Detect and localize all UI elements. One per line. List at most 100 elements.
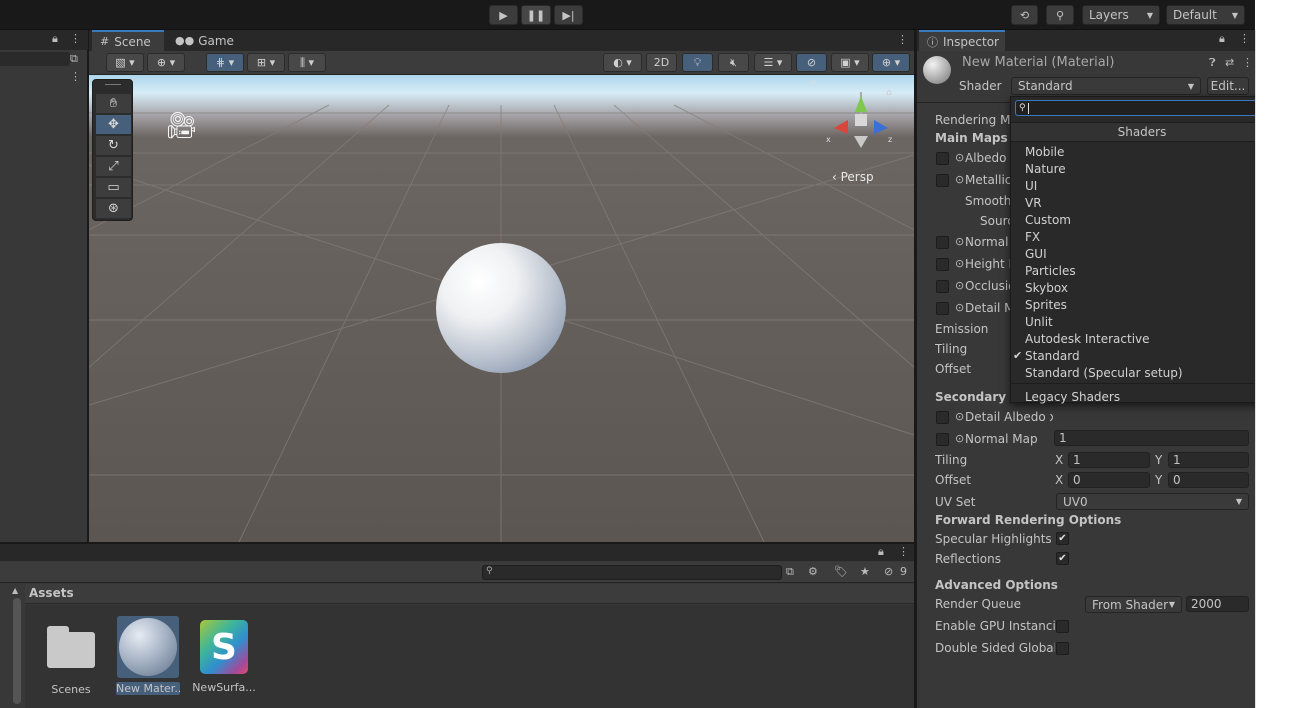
scale-tool-button[interactable]: ⤢ bbox=[96, 157, 131, 176]
rect-tool-button[interactable]: ▭ bbox=[96, 178, 131, 197]
x-axis-cone[interactable] bbox=[834, 120, 848, 134]
offset-x-field[interactable]: 0 bbox=[1068, 472, 1150, 488]
search-filter-icon[interactable]: ⧉ bbox=[70, 52, 78, 66]
picker-icon[interactable]: ⊙ bbox=[955, 235, 964, 248]
rotate-tool-button[interactable]: ↻ bbox=[96, 136, 131, 155]
palette-handle[interactable] bbox=[105, 84, 121, 85]
draw-mode-dropdown[interactable]: ▧ ▾ bbox=[106, 53, 144, 72]
lock-icon[interactable]: 🔒︎ bbox=[1219, 32, 1225, 46]
shader-menu-item[interactable]: GUI❯ bbox=[1011, 245, 1255, 262]
picker-icon[interactable]: ⊙ bbox=[955, 279, 964, 292]
layout-dropdown[interactable]: Default ▼ bbox=[1166, 5, 1245, 25]
filter-type-icon[interactable]: ⚙︎ bbox=[808, 565, 818, 578]
scroll-up-icon[interactable]: ▲ bbox=[12, 586, 18, 595]
detail-albedo-texture-slot[interactable] bbox=[936, 411, 949, 424]
render-queue-field[interactable]: 2000 bbox=[1186, 596, 1249, 612]
shader-menu-item[interactable]: Nature❯ bbox=[1011, 160, 1255, 177]
shading-mode-dropdown[interactable]: ◐ ▾ bbox=[603, 53, 642, 72]
shader-menu-item[interactable]: Particles❯ bbox=[1011, 262, 1255, 279]
increment-snap-dropdown[interactable]: ⊞ ▾ bbox=[247, 53, 285, 72]
picker-icon[interactable]: ⊙ bbox=[955, 173, 964, 186]
asset-item-new-surface-shader[interactable]: S NewSurfa... bbox=[189, 620, 259, 694]
picker-icon[interactable]: ⊙ bbox=[955, 410, 964, 423]
height-map-texture-slot[interactable] bbox=[936, 258, 949, 271]
picker-icon[interactable]: ⊙ bbox=[955, 151, 964, 164]
project-search-input[interactable]: ⚲ bbox=[482, 565, 782, 580]
global-local-dropdown[interactable]: ⊕ ▾ bbox=[147, 53, 185, 72]
tab-scene[interactable]: # Scene bbox=[92, 30, 164, 51]
star-icon[interactable]: ★ bbox=[860, 565, 870, 578]
tiling-x-field[interactable]: 1 bbox=[1068, 452, 1150, 468]
camera-gizmo-icon[interactable]: 🎥︎ bbox=[165, 111, 198, 141]
search-button[interactable]: ⚲ bbox=[1046, 5, 1074, 25]
edit-shader-button[interactable]: Edit... bbox=[1207, 77, 1249, 95]
reflections-checkbox[interactable]: ✔ bbox=[1056, 552, 1069, 565]
assets-breadcrumb[interactable]: Assets bbox=[25, 584, 914, 604]
kebab-menu-icon[interactable]: ⋮ bbox=[70, 70, 81, 83]
offset-y-field[interactable]: 0 bbox=[1168, 472, 1249, 488]
help-icon[interactable]: ❓︎ bbox=[1209, 56, 1216, 70]
normal-map-texture-slot[interactable] bbox=[936, 433, 949, 446]
y-axis-cone[interactable] bbox=[855, 96, 867, 112]
material-sphere[interactable] bbox=[436, 243, 566, 373]
search-filter-icon[interactable]: ⧉ bbox=[786, 565, 794, 579]
label-icon[interactable]: 🏷︎ bbox=[834, 565, 848, 578]
occlusion-texture-slot[interactable] bbox=[936, 280, 949, 293]
shader-menu-item[interactable]: Legacy Shaders❯ bbox=[1011, 388, 1255, 405]
shader-menu-item[interactable]: Standard (Specular setup) bbox=[1011, 364, 1255, 381]
hand-tool-button[interactable]: ✋︎ bbox=[96, 94, 131, 113]
kebab-menu-icon[interactable]: ⋮ bbox=[897, 33, 908, 46]
gizmo-center[interactable] bbox=[855, 114, 867, 126]
asset-item-scenes[interactable]: Scenes bbox=[36, 622, 106, 696]
transform-tool-button[interactable]: ⊛ bbox=[96, 199, 131, 218]
kebab-menu-icon[interactable]: ⋮ bbox=[898, 545, 909, 558]
normal-map-scale-field[interactable]: 1 bbox=[1054, 430, 1249, 446]
menu-lines-icon[interactable]: ═ bbox=[810, 78, 816, 89]
lock-icon[interactable]: 🔒︎ bbox=[878, 545, 884, 559]
camera-dropdown[interactable]: ▣ ▾ bbox=[831, 53, 869, 72]
tiling-y-field[interactable]: 1 bbox=[1168, 452, 1249, 468]
move-tool-button[interactable]: ✥ bbox=[96, 115, 131, 134]
lock-icon[interactable]: ⌂ bbox=[886, 88, 892, 98]
play-button[interactable]: ▶ bbox=[489, 5, 518, 25]
kebab-menu-icon[interactable]: ⋮ bbox=[1242, 56, 1253, 69]
double-sided-checkbox[interactable] bbox=[1056, 642, 1069, 655]
shader-dropdown[interactable]: Standard ▼ bbox=[1011, 77, 1201, 95]
ruler-dropdown[interactable]: ⫼ ▾ bbox=[288, 53, 326, 72]
tab-inspector[interactable]: ⓘ Inspector bbox=[919, 30, 1005, 51]
detail-mask-texture-slot[interactable] bbox=[936, 302, 949, 315]
hidden-packages-icon[interactable]: ⊘ bbox=[884, 565, 893, 578]
shader-menu-item[interactable]: Skybox❯ bbox=[1011, 279, 1255, 296]
grid-snap-dropdown[interactable]: ⋕ ▾ bbox=[206, 53, 244, 72]
gizmos-dropdown[interactable]: ⊕ ▾ bbox=[872, 53, 910, 72]
render-queue-dropdown[interactable]: From Shader ▼ bbox=[1085, 596, 1182, 613]
pause-button[interactable]: ❚❚ bbox=[521, 5, 551, 25]
layers-dropdown[interactable]: Layers ▼ bbox=[1082, 5, 1160, 25]
history-button[interactable]: ⟲ bbox=[1011, 5, 1038, 25]
specular-highlights-checkbox[interactable]: ✔ bbox=[1056, 532, 1069, 545]
kebab-menu-icon[interactable]: ⋮ bbox=[70, 32, 81, 45]
project-folder-scrollbar[interactable]: ▲ bbox=[0, 584, 24, 708]
picker-icon[interactable]: ⊙ bbox=[955, 257, 964, 270]
shader-menu-item[interactable]: Sprites❯ bbox=[1011, 296, 1255, 313]
uv-set-dropdown[interactable]: UV0 ▼ bbox=[1056, 493, 1249, 510]
shader-menu-item[interactable]: UI❯ bbox=[1011, 177, 1255, 194]
lighting-toggle[interactable]: 💡︎ bbox=[682, 53, 713, 72]
shader-menu-item[interactable]: FX❯ bbox=[1011, 228, 1255, 245]
shader-menu-item[interactable]: ✔ Standard bbox=[1011, 347, 1255, 364]
shader-menu-item[interactable]: Mobile❯ bbox=[1011, 143, 1255, 160]
metallic-texture-slot[interactable] bbox=[936, 174, 949, 187]
albedo-texture-slot[interactable] bbox=[936, 152, 949, 165]
persp-label[interactable]: ‹ Persp bbox=[832, 170, 874, 184]
shader-menu-item[interactable]: VR❯ bbox=[1011, 194, 1255, 211]
lock-icon[interactable]: 🔒︎ bbox=[52, 32, 58, 46]
gpu-instancing-checkbox[interactable] bbox=[1056, 620, 1069, 633]
shader-menu-item[interactable]: Custom❯ bbox=[1011, 211, 1255, 228]
scrollbar-thumb[interactable] bbox=[13, 598, 21, 704]
shader-menu-item[interactable]: Autodesk Interactive bbox=[1011, 330, 1255, 347]
hierarchy-search-input[interactable] bbox=[0, 52, 70, 66]
shader-menu-item[interactable]: Unlit❯ bbox=[1011, 313, 1255, 330]
effects-dropdown[interactable]: ☰ ▾ bbox=[754, 53, 792, 72]
tab-game[interactable]: ●● Game bbox=[167, 30, 237, 51]
kebab-menu-icon[interactable]: ⋮ bbox=[1239, 32, 1250, 45]
